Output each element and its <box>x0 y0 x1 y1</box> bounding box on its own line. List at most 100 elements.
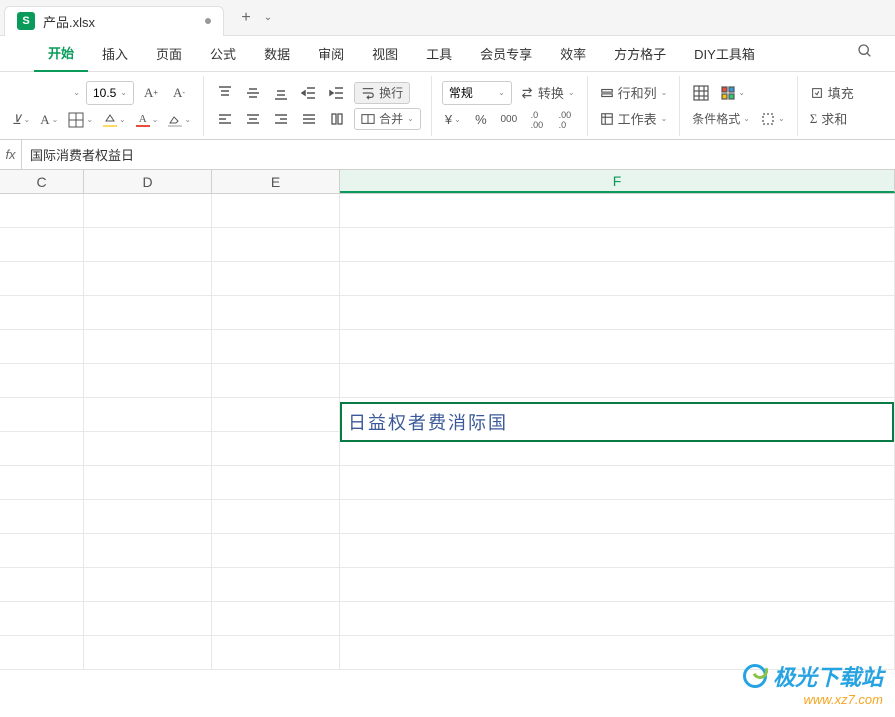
menu-member[interactable]: 会员专享 <box>466 36 546 72</box>
align-right-button[interactable] <box>270 108 292 130</box>
editing-group: 填充 Σ 求和 <box>798 76 866 136</box>
cell-content: 日益权者费消际国 <box>348 409 508 435</box>
orientation-button[interactable] <box>326 108 348 130</box>
increase-indent-button[interactable] <box>326 82 348 104</box>
table-row[interactable] <box>0 568 895 602</box>
column-header-e[interactable]: E <box>212 170 340 193</box>
table-row[interactable] <box>0 500 895 534</box>
menu-tools[interactable]: 工具 <box>412 36 466 72</box>
file-tab[interactable]: S 产品.xlsx <box>4 6 224 36</box>
font-color-button[interactable]: A ⌄ <box>134 109 161 131</box>
increase-decimal-button[interactable]: .00.0 <box>554 109 576 131</box>
chevron-down-icon: ⌄ <box>120 88 127 97</box>
font-size-input[interactable]: 10.5 ⌄ <box>86 81 134 105</box>
table-row[interactable] <box>0 534 895 568</box>
sum-button[interactable]: Σ 求和 <box>808 108 850 130</box>
ribbon: ⌄ 10.5 ⌄ A+ A- ⊻⌄ A⌄ ⌄ ⌄ A ⌄ <box>0 72 895 140</box>
cell-style-button[interactable]: ⌄ <box>718 82 747 104</box>
table-row[interactable] <box>0 194 895 228</box>
font-size-value: 10.5 <box>93 86 116 100</box>
border-button[interactable]: ⌄ <box>66 109 95 131</box>
fill-label: 填充 <box>828 83 854 102</box>
table-row[interactable] <box>0 262 895 296</box>
table-style-button[interactable] <box>690 82 712 104</box>
menu-bar: 开始 插入 页面 公式 数据 审阅 视图 工具 会员专享 效率 方方格子 DIY… <box>0 36 895 72</box>
unsaved-indicator-icon <box>205 18 211 24</box>
menu-formula[interactable]: 公式 <box>196 36 250 72</box>
merge-cells-button[interactable]: 合并 ⌄ <box>354 108 421 130</box>
wrap-text-button[interactable]: 换行 <box>354 82 410 104</box>
decrease-indent-button[interactable] <box>298 82 320 104</box>
decrease-font-button[interactable]: A- <box>168 82 190 104</box>
formula-input[interactable]: 国际消费者权益日 <box>22 145 895 164</box>
align-left-button[interactable] <box>214 108 236 130</box>
active-cell[interactable]: 日益权者费消际国 <box>340 402 894 442</box>
formula-bar: fx 国际消费者权益日 <box>0 140 895 170</box>
fx-icon[interactable]: fx <box>0 140 22 169</box>
column-header-d[interactable]: D <box>84 170 212 193</box>
convert-label: 转换 <box>538 83 564 102</box>
tab-bar: S 产品.xlsx + ⌄ <box>0 0 895 36</box>
fill-button[interactable]: 填充 <box>808 82 856 104</box>
font-family-dropdown[interactable]: ⌄ <box>10 88 80 97</box>
cells-group: 行和列 ⌄ 工作表 ⌄ <box>588 76 681 136</box>
percent-button[interactable]: % <box>470 109 492 131</box>
alignment-group: 换行 合并 ⌄ <box>204 76 432 136</box>
underline-button[interactable]: ⊻⌄ <box>10 109 32 131</box>
format-group: ⌄ 条件格式 ⌄ ⌄ <box>680 76 797 136</box>
justify-button[interactable] <box>298 108 320 130</box>
menu-page[interactable]: 页面 <box>142 36 196 72</box>
table-row[interactable] <box>0 330 895 364</box>
table-row[interactable] <box>0 228 895 262</box>
worksheet-button[interactable]: 工作表 ⌄ <box>598 108 670 130</box>
spreadsheet: C D E F 日益权者费消际国 <box>0 170 895 670</box>
row-col-button[interactable]: 行和列 ⌄ <box>598 82 670 104</box>
number-group: 常规 ⌄ 转换 ⌄ ¥⌄ % 000 .0.00 .00.0 <box>432 76 588 136</box>
align-top-button[interactable] <box>214 82 236 104</box>
decrease-decimal-button[interactable]: .0.00 <box>526 109 548 131</box>
menu-prev-icon[interactable] <box>8 43 30 65</box>
table-row[interactable] <box>0 364 895 398</box>
spreadsheet-icon: S <box>17 12 35 30</box>
table-row[interactable] <box>0 296 895 330</box>
column-header-f[interactable]: F <box>340 170 895 193</box>
thousands-button[interactable]: 000 <box>498 109 520 131</box>
worksheet-label: 工作表 <box>618 109 657 128</box>
align-middle-button[interactable] <box>242 82 264 104</box>
wrap-text-label: 换行 <box>379 84 403 101</box>
number-format-dropdown[interactable]: 常规 ⌄ <box>442 81 512 105</box>
strikethrough-button[interactable]: A⌄ <box>38 109 60 131</box>
column-header-c[interactable]: C <box>0 170 84 193</box>
menu-diy[interactable]: DIY工具箱 <box>680 36 769 72</box>
new-tab-button[interactable]: + <box>232 4 260 32</box>
chevron-down-icon: ⌄ <box>498 88 505 97</box>
font-group: ⌄ 10.5 ⌄ A+ A- ⊻⌄ A⌄ ⌄ ⌄ A ⌄ <box>0 76 204 136</box>
convert-button[interactable]: 转换 ⌄ <box>518 82 577 104</box>
increase-font-button[interactable]: A+ <box>140 82 162 104</box>
menu-review[interactable]: 审阅 <box>304 36 358 72</box>
merge-label: 合并 <box>379 110 403 127</box>
crop-button[interactable]: ⌄ <box>758 108 787 130</box>
menu-start[interactable]: 开始 <box>34 36 88 72</box>
currency-button[interactable]: ¥⌄ <box>442 109 464 131</box>
align-bottom-button[interactable] <box>270 82 292 104</box>
align-center-button[interactable] <box>242 108 264 130</box>
menu-insert[interactable]: 插入 <box>88 36 142 72</box>
search-icon[interactable] <box>843 43 887 64</box>
tab-title: 产品.xlsx <box>43 12 197 31</box>
fill-color-button[interactable]: ⌄ <box>101 109 128 131</box>
watermark-text: 极光下载站 <box>773 660 883 692</box>
menu-efficiency[interactable]: 效率 <box>546 36 600 72</box>
column-headers: C D E F <box>0 170 895 194</box>
row-col-label: 行和列 <box>618 83 657 102</box>
table-row[interactable] <box>0 466 895 500</box>
highlight-button[interactable]: ⌄ <box>166 109 193 131</box>
tab-dropdown-icon[interactable]: ⌄ <box>260 12 276 23</box>
menu-view[interactable]: 视图 <box>358 36 412 72</box>
number-format-value: 常规 <box>449 84 473 101</box>
conditional-format-button[interactable]: 条件格式 ⌄ <box>690 108 752 130</box>
menu-data[interactable]: 数据 <box>250 36 304 72</box>
watermark-logo-icon <box>743 664 767 688</box>
menu-ffgz[interactable]: 方方格子 <box>600 36 680 72</box>
table-row[interactable] <box>0 602 895 636</box>
